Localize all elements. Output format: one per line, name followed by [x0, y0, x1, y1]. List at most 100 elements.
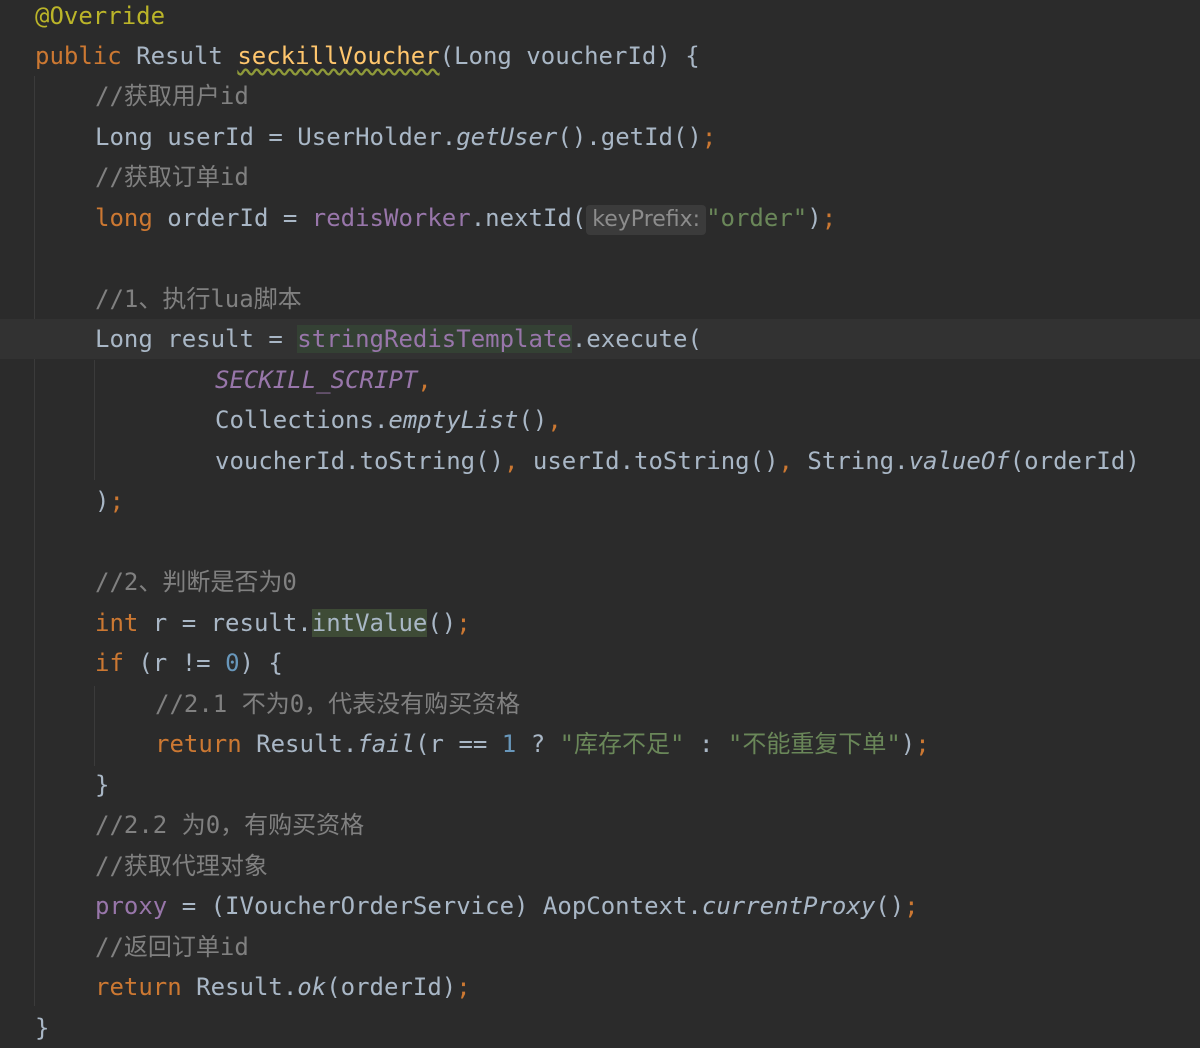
field-ref: redisWorker	[311, 204, 471, 232]
code-text: userId = UserHolder.	[152, 123, 457, 151]
comment: //获取用户id	[95, 82, 249, 110]
parameter-hint: keyPrefix:	[586, 205, 707, 235]
number-literal: 1	[501, 730, 517, 758]
string-literal: "order"	[706, 204, 808, 232]
type-name: Long	[95, 325, 153, 353]
number-literal: 0	[225, 649, 240, 677]
comment: //获取代理对象	[95, 852, 268, 880]
code-text: .execute(	[571, 325, 702, 353]
keyword: return	[155, 730, 242, 758]
code-line[interactable]: );	[0, 481, 1200, 521]
comment: //2、判断是否为0	[95, 568, 297, 596]
code-text: :	[684, 730, 728, 758]
code-line[interactable]: @Override	[0, 0, 1200, 36]
semicolon: ;	[904, 892, 919, 920]
code-line[interactable]: //2.1 不为0，代表没有购买资格	[0, 684, 1200, 724]
static-call: ok	[297, 973, 327, 1001]
code-editor[interactable]: @Override public Result seckillVoucher(L…	[0, 0, 1200, 1044]
code-text: )	[900, 730, 916, 758]
code-text: ) {	[239, 649, 283, 677]
code-line[interactable]: //2.2 为0，有购买资格	[0, 805, 1200, 845]
annotation: @Override	[35, 2, 166, 30]
comma: ,	[503, 447, 519, 475]
code-text: (orderId)	[1009, 447, 1140, 475]
code-line[interactable]: return Result.ok(orderId);	[0, 967, 1200, 1007]
comment: //1、执行lua脚本	[95, 285, 302, 313]
code-text: }	[35, 1014, 50, 1042]
semicolon: ;	[821, 204, 837, 232]
comment: //返回订单id	[95, 933, 249, 961]
comma: ,	[778, 447, 793, 475]
current-code-line[interactable]: Long result = stringRedisTemplate.execut…	[0, 319, 1200, 359]
static-call: getUser	[456, 123, 558, 151]
code-line[interactable]: //1、执行lua脚本	[0, 279, 1200, 319]
method-ref: intValue	[311, 609, 428, 637]
semicolon: ;	[456, 973, 471, 1001]
comment: //2.1 不为0，代表没有购买资格	[155, 690, 521, 718]
code-text: voucherId.toString()	[215, 447, 504, 475]
string-literal: "不能重复下单"	[727, 730, 901, 758]
code-line[interactable]: public Result seckillVoucher(Long vouche…	[0, 36, 1200, 76]
static-call: valueOf	[908, 447, 1010, 475]
keyword: public	[35, 42, 122, 70]
code-text: Result.	[241, 730, 358, 758]
code-line[interactable]: //返回订单id	[0, 927, 1200, 967]
code-text: )	[807, 204, 822, 232]
code-line[interactable]: }	[0, 1008, 1200, 1048]
code-text: = (IVoucherOrderService) AopContext.	[167, 892, 702, 920]
code-line[interactable]: //获取代理对象	[0, 846, 1200, 886]
method-name[interactable]: seckillVoucher	[237, 42, 439, 70]
comma: ,	[417, 366, 432, 394]
code-text: )	[95, 487, 110, 515]
code-line[interactable]: //获取用户id	[0, 76, 1200, 116]
string-literal: "库存不足"	[559, 730, 685, 758]
code-line[interactable]: //获取订单id	[0, 157, 1200, 197]
code-text: }	[95, 771, 110, 799]
code-line[interactable]: Long userId = UserHolder.getUser().getId…	[0, 117, 1200, 157]
params: (Long voucherId) {	[439, 42, 700, 70]
field-ref: proxy	[95, 892, 168, 920]
keyword: return	[95, 973, 182, 1001]
keyword: long	[95, 204, 153, 232]
comment: //获取订单id	[95, 163, 249, 191]
semicolon: ;	[701, 123, 717, 151]
semicolon: ;	[109, 487, 124, 515]
code-text: r = result.	[138, 609, 312, 637]
semicolon: ;	[456, 609, 471, 637]
static-field: SECKILL_SCRIPT	[215, 366, 418, 394]
code-text: ()	[427, 609, 457, 637]
type-name: Result	[136, 42, 223, 70]
code-text: (r ==	[415, 730, 502, 758]
code-line[interactable]: Collections.emptyList(),	[0, 400, 1200, 440]
code-text: ()	[875, 892, 905, 920]
keyword: int	[95, 609, 139, 637]
type-name: Long	[95, 123, 153, 151]
code-text: .nextId(	[470, 204, 587, 232]
code-line[interactable]: //2、判断是否为0	[0, 562, 1200, 602]
code-text: ?	[516, 730, 560, 758]
code-text: String.	[792, 447, 909, 475]
semicolon: ;	[915, 730, 930, 758]
keyword: if	[95, 649, 124, 677]
code-line[interactable]: }	[0, 765, 1200, 805]
code-line[interactable]: long orderId = redisWorker.nextId(keyPre…	[0, 198, 1200, 238]
code-text: result =	[152, 325, 298, 353]
code-text: ().getId()	[557, 123, 702, 151]
code-line[interactable]: SECKILL_SCRIPT,	[0, 360, 1200, 400]
code-line[interactable]: proxy = (IVoucherOrderService) AopContex…	[0, 886, 1200, 926]
static-call: currentProxy	[701, 892, 876, 920]
comment: //2.2 为0，有购买资格	[95, 811, 365, 839]
code-text: Result.	[181, 973, 298, 1001]
code-line[interactable]: if (r != 0) {	[0, 643, 1200, 683]
static-call: emptyList	[388, 406, 519, 434]
code-line[interactable]: voucherId.toString(), userId.toString(),…	[0, 441, 1200, 481]
code-line[interactable]: int r = result.intValue();	[0, 603, 1200, 643]
code-text: userId.toString()	[518, 447, 779, 475]
code-text: ()	[518, 406, 548, 434]
code-text: (orderId)	[326, 973, 457, 1001]
code-text: orderId =	[152, 204, 312, 232]
code-text: Collections.	[215, 406, 389, 434]
field-ref: stringRedisTemplate	[297, 325, 572, 353]
code-text: (r !=	[123, 649, 226, 677]
code-line[interactable]: return Result.fail(r == 1 ? "库存不足" : "不能…	[0, 724, 1200, 764]
